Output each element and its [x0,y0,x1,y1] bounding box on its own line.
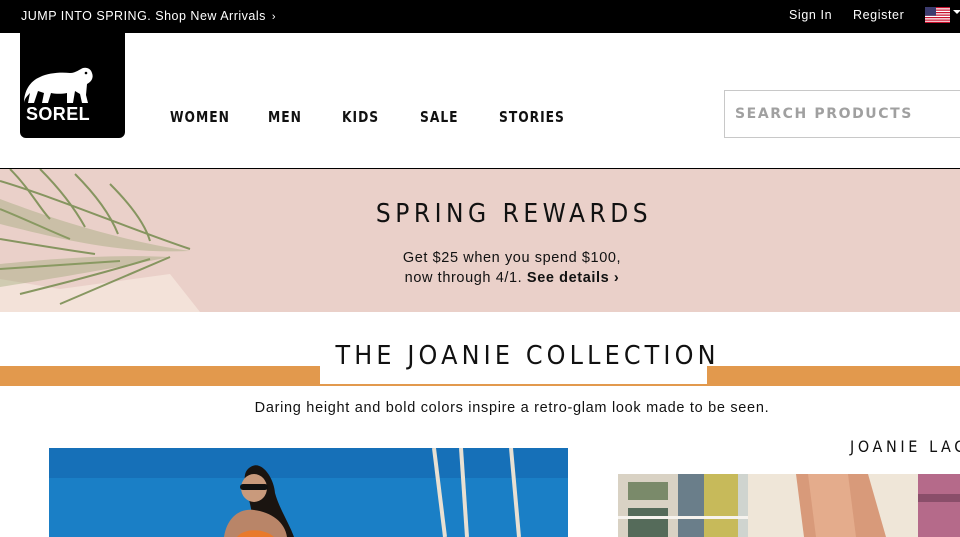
joanie-lace-title: JOANIE LAC [850,437,960,456]
palm-leaf-image [0,169,200,312]
logo-wordmark: SOREL [25,104,90,124]
nav-stories[interactable]: STORIES [499,108,565,126]
site-header: SOREL WOMEN MEN KIDS SALE STORIES [0,33,960,169]
building-photo [618,474,960,537]
joanie-lace-image[interactable] [618,474,960,537]
chevron-down-icon[interactable] [953,10,960,14]
us-flag-icon[interactable] [925,7,950,23]
collection-hero-image[interactable] [49,448,568,537]
sorel-logo[interactable]: SOREL [20,33,125,138]
nav-kids[interactable]: KIDS [342,108,379,126]
sign-in-link[interactable]: Sign In [789,8,832,22]
promo-link[interactable]: JUMP INTO SPRING. Shop New Arrivals › [21,9,276,23]
top-promo-bar: JUMP INTO SPRING. Shop New Arrivals › Si… [0,0,960,33]
register-link[interactable]: Register [853,8,904,22]
collection-description: Daring height and bold colors inspire a … [254,400,770,416]
rewards-line-1: Get $25 when you spend $100, [402,250,622,266]
collection-title: THE JOANIE COLLECTION [335,341,720,371]
model-photo [49,448,568,537]
nav-men[interactable]: MEN [268,108,302,126]
rewards-body: Get $25 when you spend $100, now through… [0,248,960,288]
rewards-title: SPRING REWARDS [375,199,653,229]
nav-sale[interactable]: SALE [420,108,459,126]
search-input[interactable] [725,91,960,137]
promo-text: JUMP INTO SPRING. Shop New Arrivals [21,9,266,23]
search-box [724,90,960,138]
see-details-link[interactable]: See details › [527,270,619,286]
chevron-right-icon: › [271,11,277,23]
nav-women[interactable]: WOMEN [170,108,230,126]
rewards-line-2: now through 4/1. [404,270,523,286]
spring-rewards-banner[interactable]: SPRING REWARDS Get $25 when you spend $1… [0,169,960,312]
rewards-line-2-wrap: now through 4/1. See details › [0,268,960,288]
